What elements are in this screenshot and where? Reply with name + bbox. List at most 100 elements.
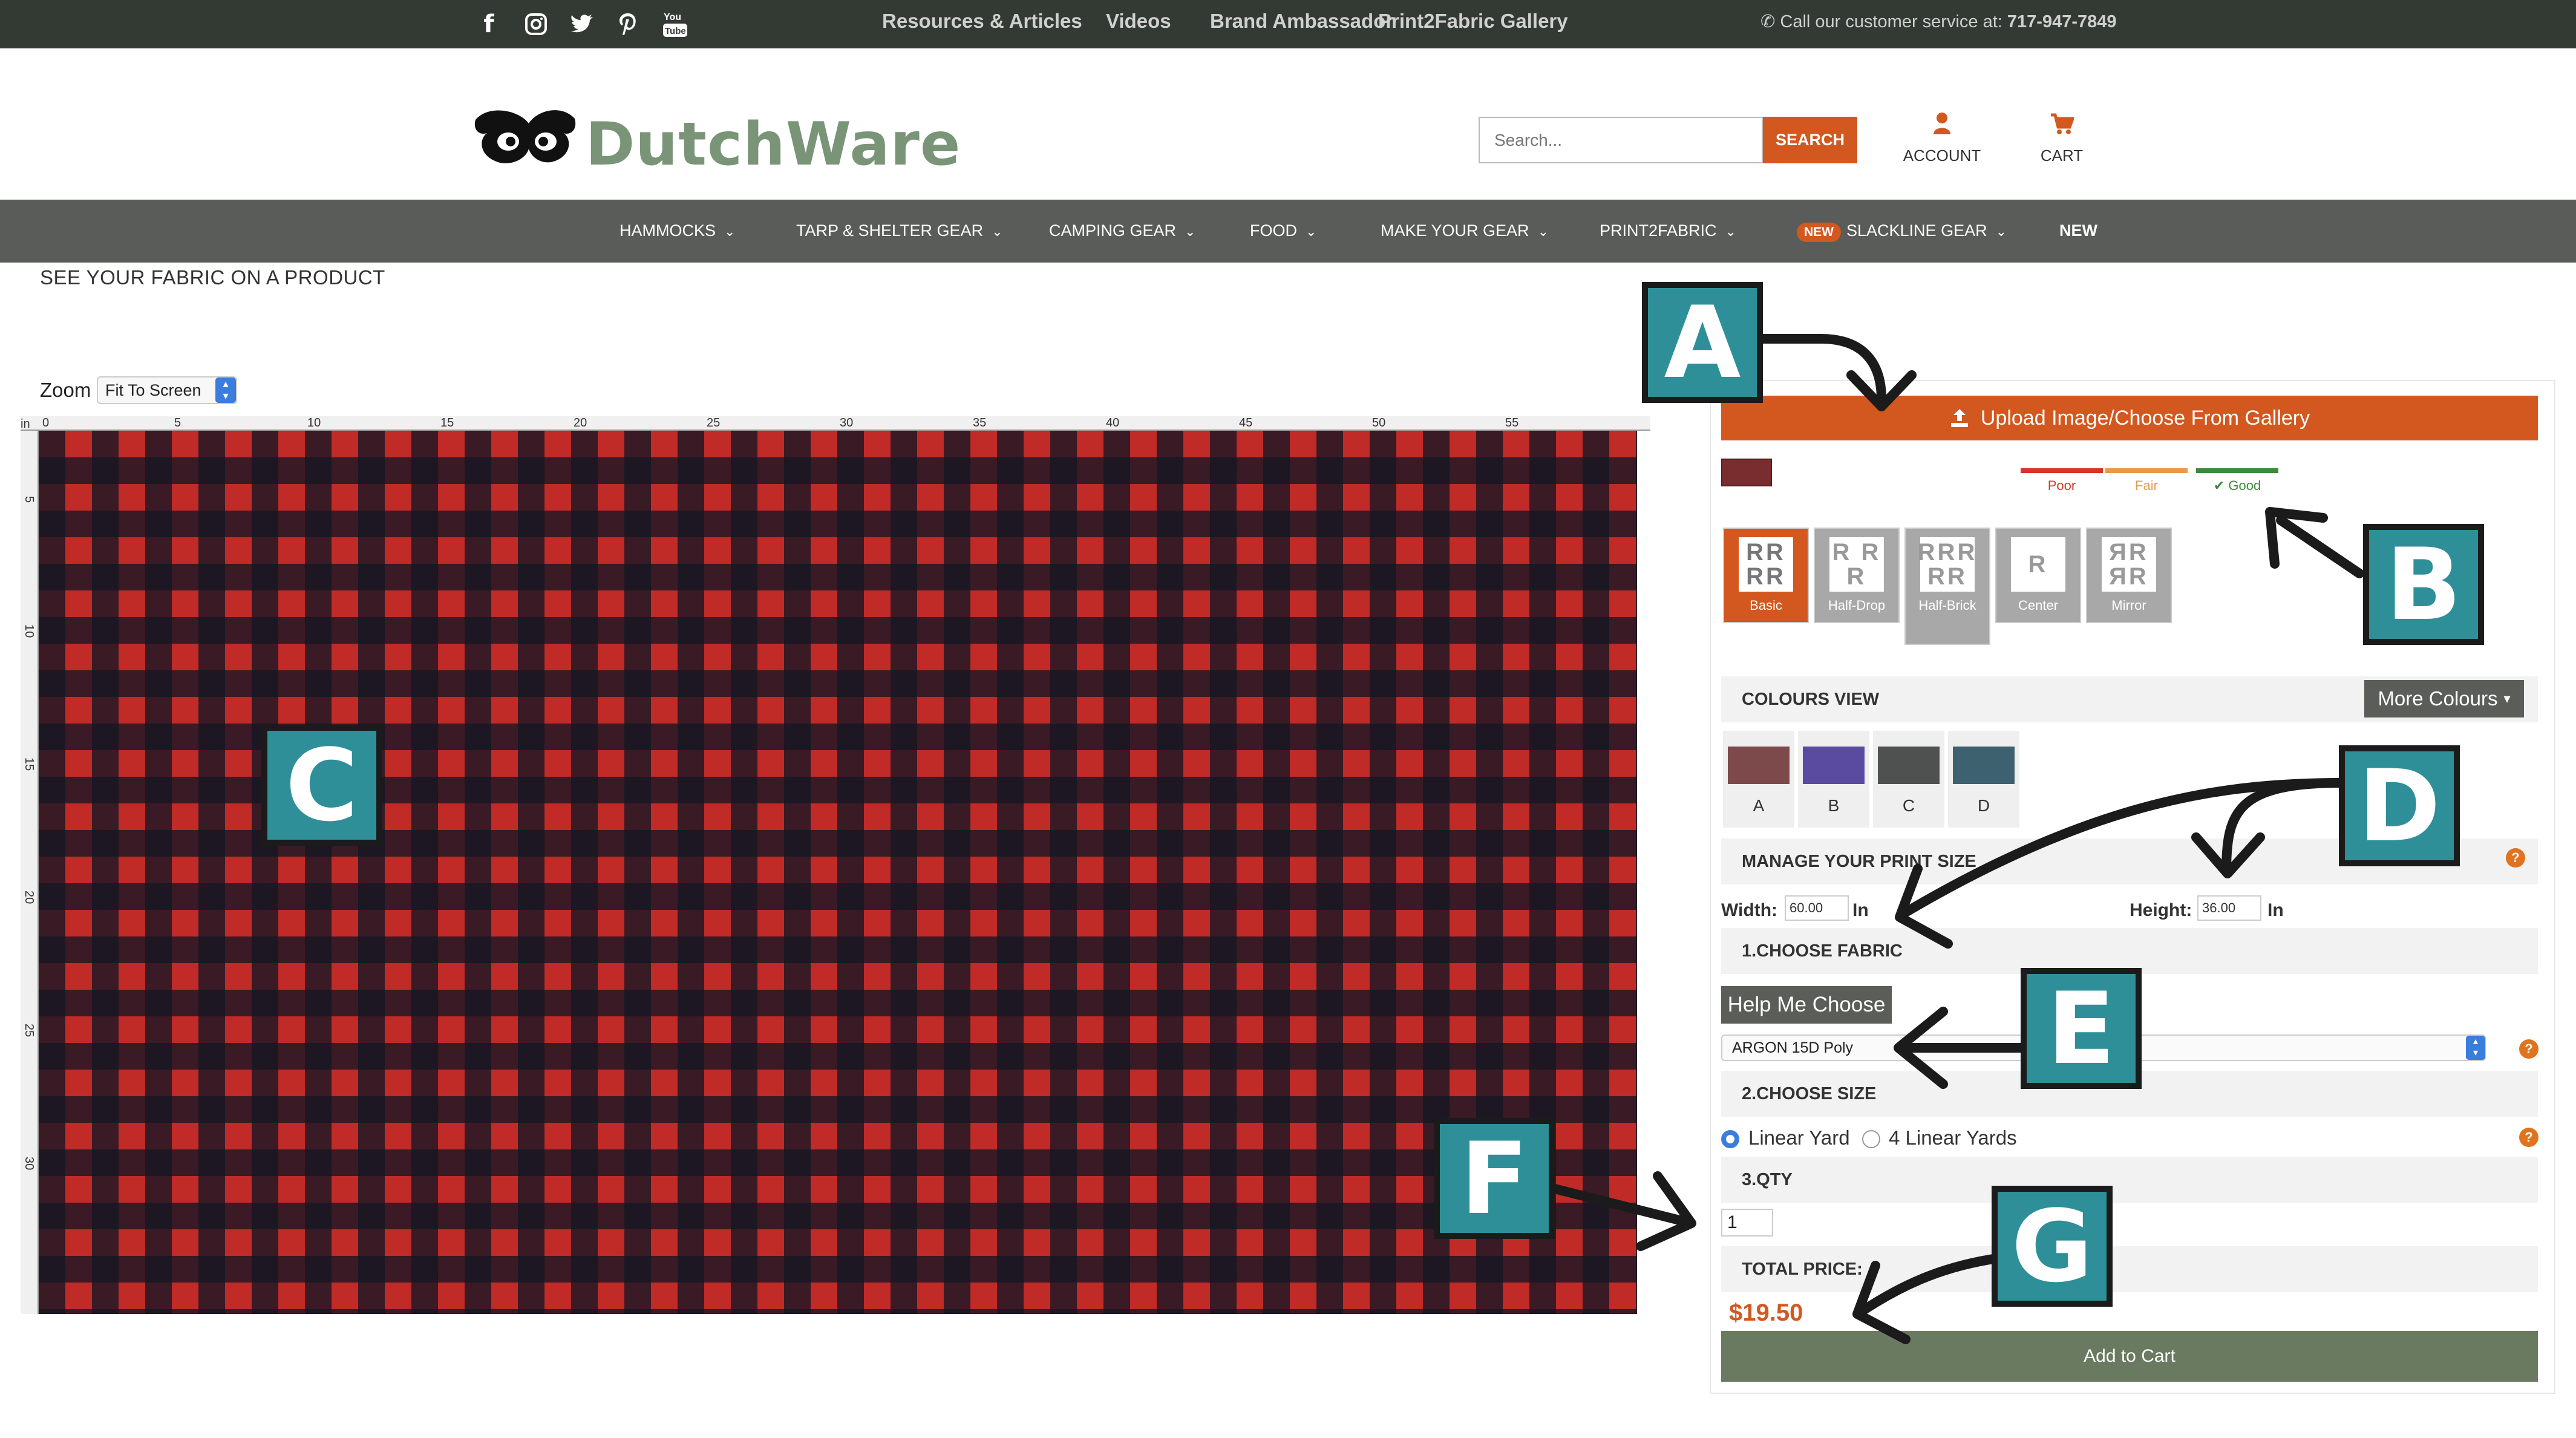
chevron-down-icon: ⌄: [1995, 224, 2007, 239]
upload-icon: [1950, 409, 1968, 427]
nav-print2fabric[interactable]: PRINT2FABRIC ⌄: [1600, 221, 1736, 240]
callout-d: D: [2339, 745, 2460, 866]
choose-fabric-header: 1.CHOOSE FABRIC: [1721, 928, 2538, 974]
size-radio-4-linear-yards[interactable]: [1862, 1130, 1880, 1148]
ruler-tick: 40: [1106, 416, 1120, 430]
cart-button[interactable]: CART: [2007, 111, 2116, 165]
logo-icon[interactable]: [471, 102, 580, 172]
nav-food[interactable]: FOOD ⌄: [1250, 221, 1316, 240]
layout-half-brick-button[interactable]: RRR RR Half-Brick: [1904, 528, 1990, 645]
ruler-tick: 30: [22, 1157, 36, 1171]
search-input[interactable]: [1479, 117, 1763, 163]
help-me-choose-button[interactable]: Help Me Choose: [1721, 986, 1892, 1024]
facebook-icon[interactable]: f: [473, 8, 505, 40]
user-icon: [1934, 113, 1950, 134]
layout-basic-icon: RR RR: [1739, 537, 1793, 592]
ruler-tick: 25: [22, 1024, 36, 1038]
ruler-tick: 45: [1239, 416, 1253, 430]
layout-mirror-button[interactable]: ЯR ЯR Mirror: [2086, 528, 2172, 623]
fabric-preview-canvas[interactable]: [39, 431, 1637, 1314]
size-option-linear-yard[interactable]: Linear Yard: [1748, 1126, 1850, 1149]
layout-half-drop-button[interactable]: R R R Half-Drop: [1814, 528, 1900, 623]
help-icon[interactable]: ?: [2519, 1128, 2538, 1147]
logo-text[interactable]: DutchWare: [586, 110, 961, 179]
ruler-tick: 55: [1505, 416, 1519, 430]
ruler-vertical: 5 10 15 20 25 30: [21, 431, 39, 1314]
account-button[interactable]: ACCOUNT: [1888, 111, 1996, 165]
ruler-unit: in: [21, 417, 30, 431]
chevron-down-icon: ⌄: [992, 224, 1003, 239]
ruler-tick: 50: [1372, 416, 1386, 430]
layout-center-icon: R: [2011, 537, 2065, 592]
nav-link-resources[interactable]: Resources & Articles: [882, 10, 1082, 33]
pinterest-icon[interactable]: [612, 8, 644, 40]
size-option-4-linear-yards[interactable]: 4 Linear Yards: [1889, 1126, 2017, 1149]
account-label: ACCOUNT: [1903, 146, 1981, 165]
height-label: Height:: [2130, 900, 2192, 920]
ruler-tick: 0: [42, 416, 50, 430]
more-colours-dropdown[interactable]: More Colours ▾: [2364, 680, 2524, 717]
callout-b: B: [2363, 524, 2484, 645]
customer-service-phone: ✆ Call our customer service at: 717-947-…: [1760, 11, 2117, 32]
nav-link-print2fabric-gallery[interactable]: Print2Fabric Gallery: [1378, 10, 1568, 33]
ruler-tick: 10: [307, 416, 321, 430]
width-unit: In: [1852, 900, 1869, 920]
ruler-horizontal: 0 5 10 15 20 25 30 35 40 45 50 55: [21, 416, 1650, 431]
ruler-tick: 30: [840, 416, 854, 430]
quality-good: ✔ Good: [2196, 468, 2278, 494]
layout-basic-button[interactable]: RR RR Basic: [1723, 528, 1809, 623]
ruler-tick: 25: [707, 416, 721, 430]
ruler-tick: 15: [440, 416, 454, 430]
upload-image-button[interactable]: Upload Image/Choose From Gallery: [1721, 396, 2538, 440]
chevron-down-icon: ⌄: [1185, 224, 1196, 239]
logo-trademark: ™: [923, 150, 933, 160]
quality-poor: Poor: [2021, 468, 2103, 494]
quality-fair: Fair: [2105, 468, 2188, 494]
colour-option-b[interactable]: B: [1798, 731, 1869, 828]
new-badge: NEW: [1797, 223, 1841, 242]
ruler-tick: 20: [574, 416, 587, 430]
phone-label: Call our customer service at:: [1780, 12, 2002, 31]
search-button[interactable]: SEARCH: [1763, 117, 1857, 163]
twitter-icon[interactable]: [566, 8, 598, 40]
cart-label: CART: [2040, 146, 2084, 165]
width-input[interactable]: [1785, 895, 1849, 921]
caret-down-icon: ▾: [2503, 691, 2511, 706]
youtube-icon[interactable]: You Tube: [659, 8, 691, 40]
height-input[interactable]: [2197, 895, 2261, 921]
colour-option-d[interactable]: D: [1948, 731, 2019, 828]
nav-camping-gear[interactable]: CAMPING GEAR ⌄: [1049, 221, 1195, 240]
uploaded-image-thumbnail[interactable]: [1721, 459, 1772, 486]
help-icon[interactable]: ?: [2506, 848, 2525, 868]
phone-number[interactable]: 717-947-7849: [2007, 12, 2117, 31]
nav-slackline-gear[interactable]: SLACKLINE GEAR ⌄: [1846, 221, 2007, 240]
ruler-tick: 15: [22, 757, 36, 771]
select-arrows-icon: ▴ ▾: [2466, 1036, 2485, 1060]
layout-half-brick-icon: RRR RR: [1918, 537, 1975, 592]
cart-icon: [2051, 113, 2075, 134]
arrow-f-head: [1636, 1171, 1696, 1251]
nav-tarp-shelter-gear[interactable]: TARP & SHELTER GEAR ⌄: [796, 221, 1003, 240]
help-icon[interactable]: ?: [2519, 1039, 2538, 1059]
nav-new[interactable]: NEW: [2059, 221, 2097, 240]
callout-e: E: [2021, 968, 2142, 1089]
nav-make-your-gear[interactable]: MAKE YOUR GEAR ⌄: [1381, 221, 1549, 240]
layout-mirror-icon: ЯR ЯR: [2102, 537, 2156, 592]
ruler-tick: 10: [22, 624, 36, 638]
add-to-cart-button[interactable]: Add to Cart: [1721, 1331, 2538, 1382]
nav-link-videos[interactable]: Videos: [1106, 10, 1171, 33]
colour-option-c[interactable]: C: [1873, 731, 1944, 828]
page-title: SEE YOUR FABRIC ON A PRODUCT: [40, 266, 385, 289]
nav-hammocks[interactable]: HAMMOCKS ⌄: [619, 221, 735, 240]
nav-link-brand-ambassador[interactable]: Brand Ambassador: [1210, 10, 1393, 33]
ruler-tick: 5: [22, 496, 36, 503]
size-radio-linear-yard[interactable]: [1721, 1130, 1739, 1148]
total-price-header: TOTAL PRICE:: [1721, 1246, 2538, 1292]
instagram-icon[interactable]: [520, 8, 552, 40]
svg-text:You: You: [664, 12, 681, 22]
zoom-label: Zoom: [40, 379, 91, 401]
quantity-stepper[interactable]: [1721, 1209, 1773, 1237]
colour-option-a[interactable]: A: [1723, 731, 1794, 828]
layout-center-button[interactable]: R Center: [1995, 528, 2081, 623]
ruler-tick: 5: [174, 416, 181, 430]
